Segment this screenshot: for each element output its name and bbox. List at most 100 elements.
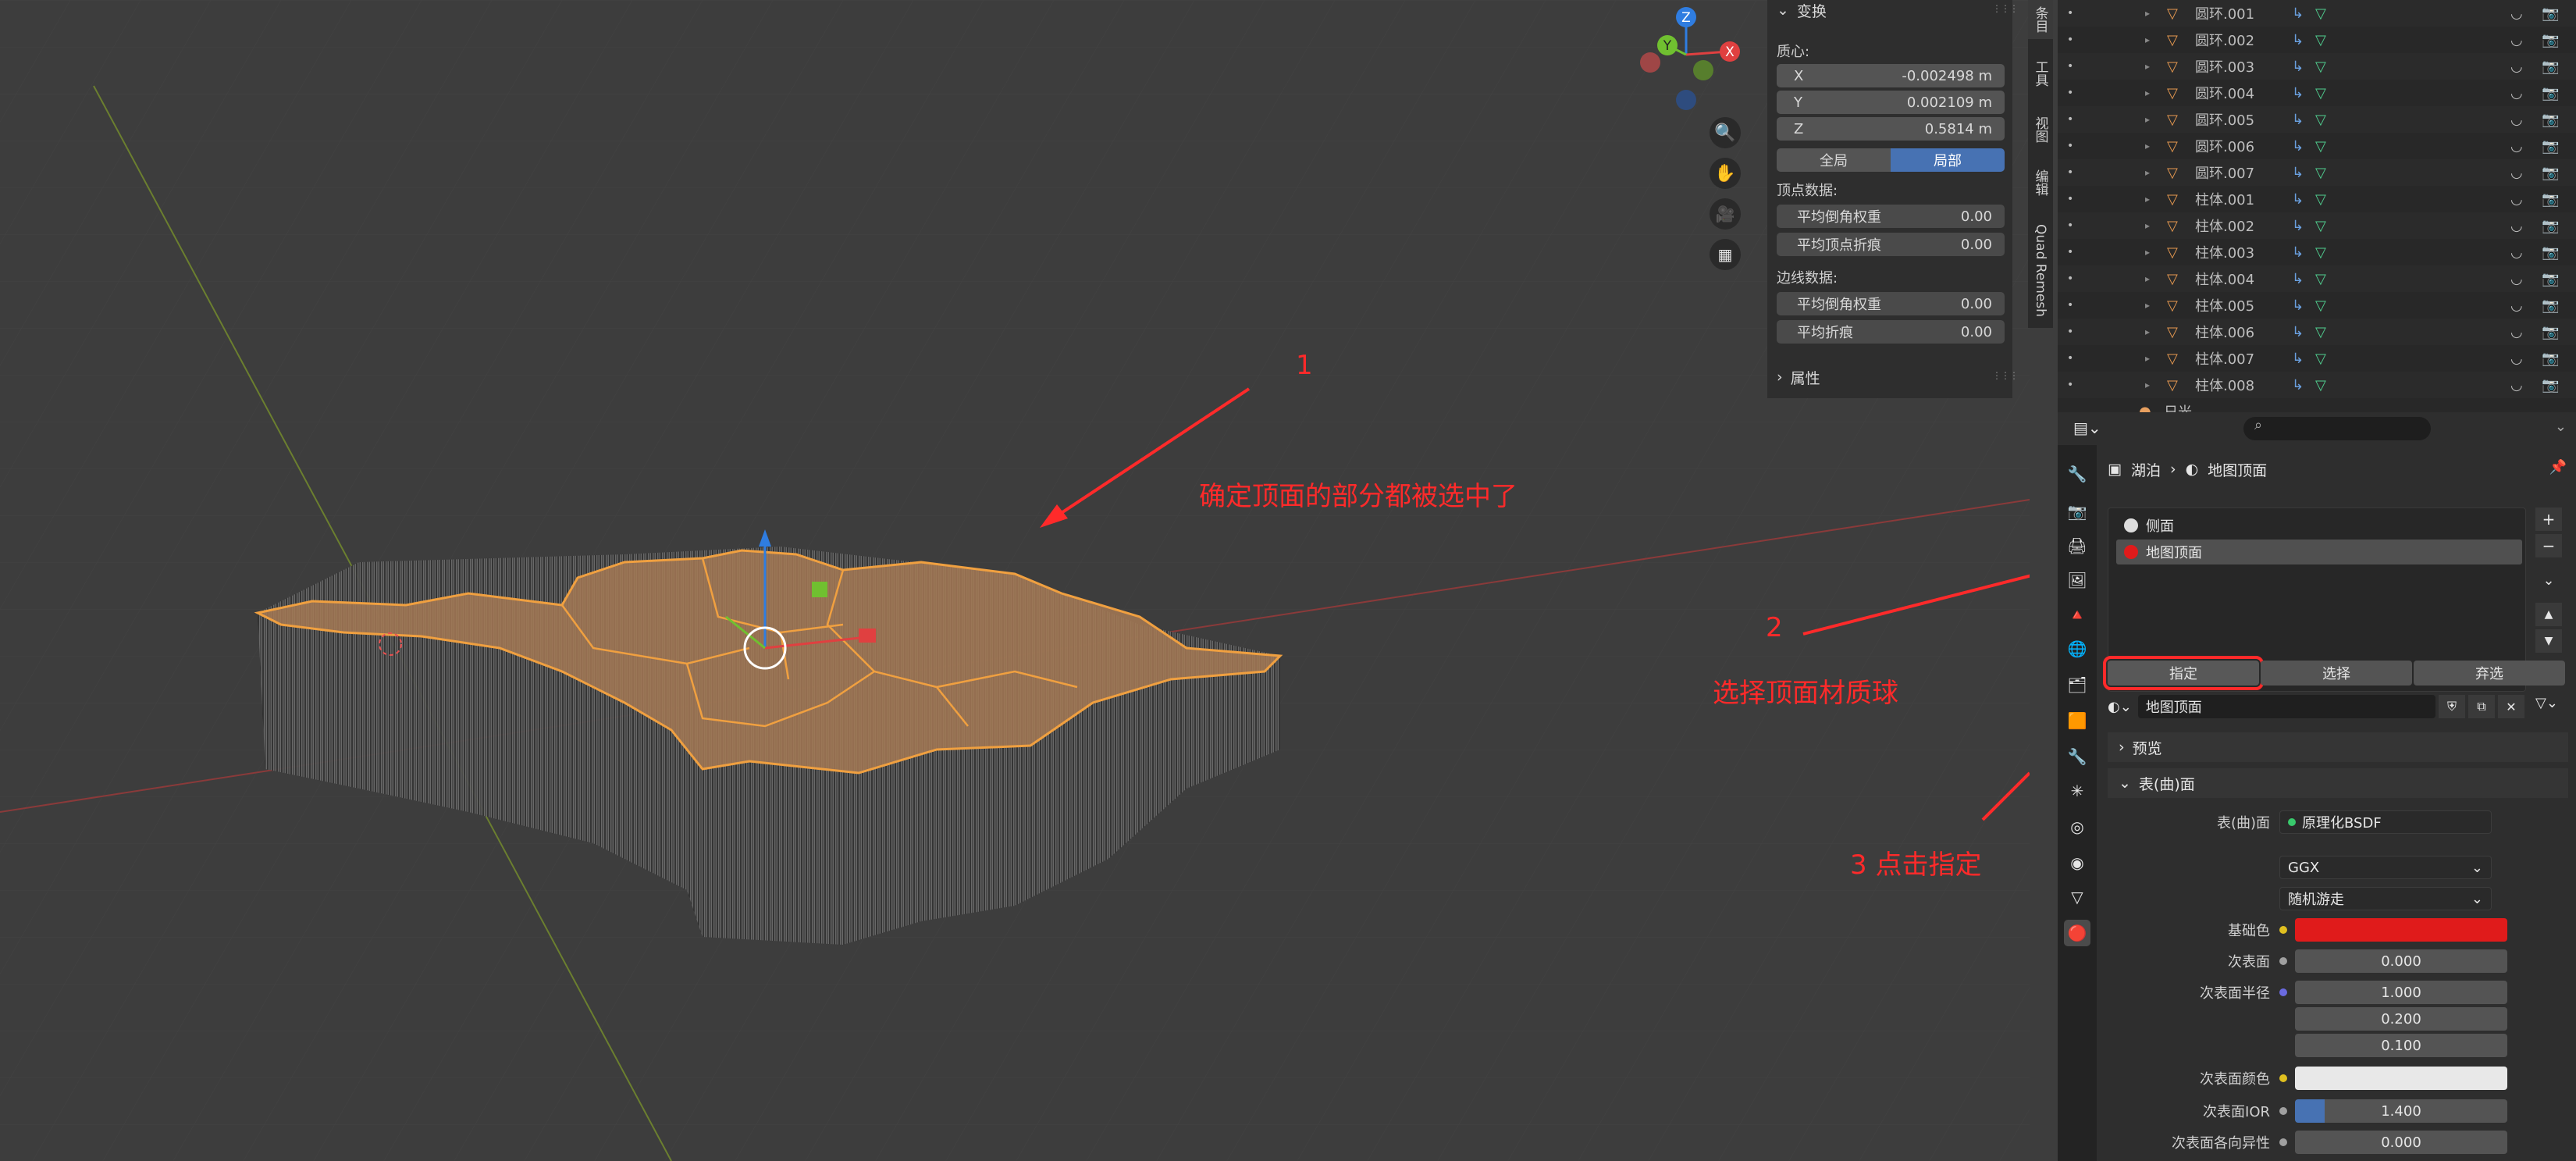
link-type-icon[interactable]: ▽⌄ bbox=[2535, 695, 2558, 711]
modifier-link-icon[interactable]: ↳ bbox=[2292, 324, 2304, 340]
mesh-data-icon[interactable]: ▽ bbox=[2315, 351, 2326, 367]
visibility-dot-icon[interactable]: • bbox=[2067, 87, 2073, 99]
mesh-data-icon[interactable]: ▽ bbox=[2315, 5, 2326, 22]
camera-render-icon[interactable]: 📷 bbox=[2542, 59, 2559, 75]
properties-header[interactable]: › 属性 bbox=[1777, 367, 1820, 387]
visibility-dot-icon[interactable]: • bbox=[2067, 113, 2073, 126]
camera-render-icon[interactable]: 📷 bbox=[2542, 324, 2559, 340]
outliner-item[interactable]: • ▸ ▽ 圆环.004 ↳ ▽ ◡ 📷 bbox=[2058, 80, 2576, 106]
visibility-dot-icon[interactable]: • bbox=[2067, 272, 2073, 285]
outliner-item[interactable]: • ▸ ▽ 柱体.001 ↳ ▽ ◡ 📷 bbox=[2058, 186, 2576, 212]
outliner-item[interactable]: • ▸ ▽ 柱体.003 ↳ ▽ ◡ 📷 bbox=[2058, 239, 2576, 265]
view-layer-icon[interactable]: 🖼 bbox=[2064, 567, 2090, 593]
expand-triangle-icon[interactable]: ▸ bbox=[2145, 194, 2150, 205]
base-color-swatch[interactable] bbox=[2295, 918, 2507, 942]
collection-properties-icon[interactable]: 🗂 bbox=[2064, 671, 2090, 698]
material-name-field[interactable]: 地图顶面 bbox=[2137, 695, 2435, 718]
modifier-link-icon[interactable]: ↳ bbox=[2292, 351, 2304, 367]
modifier-link-icon[interactable]: ↳ bbox=[2292, 191, 2304, 208]
tab-edit[interactable]: 编辑 bbox=[2028, 159, 2053, 206]
mesh-data-icon[interactable]: ▽ bbox=[2315, 165, 2326, 181]
mesh-data-icon[interactable]: ▽ bbox=[2315, 85, 2326, 101]
camera-render-icon[interactable]: 📷 bbox=[2542, 32, 2559, 48]
drag-grip-icon[interactable]: ⋮⋮⋮ bbox=[1992, 370, 2019, 381]
expand-triangle-icon[interactable]: ▸ bbox=[2145, 141, 2150, 151]
expand-triangle-icon[interactable]: ▸ bbox=[2145, 220, 2150, 231]
mesh-data-icon[interactable]: ▽ bbox=[2315, 271, 2326, 287]
modifier-link-icon[interactable]: ↳ bbox=[2292, 271, 2304, 287]
edge-crease-field[interactable]: 平均折痕 0.00 bbox=[1777, 320, 2005, 344]
tab-item[interactable]: 条目 bbox=[2028, 0, 2053, 39]
eye-icon[interactable]: ◡ bbox=[2510, 218, 2523, 234]
mesh-data-icon[interactable]: ▽ bbox=[2315, 244, 2326, 261]
mesh-data-icon[interactable]: ▽ bbox=[2315, 32, 2326, 48]
outliner-item[interactable]: • ▸ ▽ 柱体.008 ↳ ▽ ◡ 📷 bbox=[2058, 372, 2576, 398]
unlink-material-icon[interactable]: ✕ bbox=[2498, 695, 2524, 718]
subsurface-radius-2-field[interactable]: 0.200 bbox=[2295, 1007, 2507, 1031]
outliner-item[interactable]: • ▸ ▽ 柱体.005 ↳ ▽ ◡ 📷 bbox=[2058, 292, 2576, 319]
fake-user-shield-icon[interactable]: ⛨ bbox=[2439, 695, 2465, 718]
outliner-item[interactable]: • ▸ ▽ 圆环.001 ↳ ▽ ◡ 📷 bbox=[2058, 0, 2576, 27]
subsurface-color-swatch[interactable] bbox=[2295, 1067, 2507, 1090]
eye-icon[interactable]: ◡ bbox=[2510, 112, 2523, 128]
visibility-dot-icon[interactable]: • bbox=[2067, 34, 2073, 46]
outliner-item[interactable]: ● 日光 bbox=[2058, 398, 2576, 413]
material-datablock[interactable]: ◐⌄ 地图顶面 bbox=[2108, 693, 2435, 720]
expand-triangle-icon[interactable]: ▸ bbox=[2145, 326, 2150, 337]
particles-properties-icon[interactable]: ✳ bbox=[2064, 778, 2090, 804]
median-z-field[interactable]: Z 0.5814 m bbox=[1777, 117, 2005, 141]
pin-icon[interactable]: 📌 bbox=[2549, 459, 2567, 475]
edge-bevel-weight-field[interactable]: 平均倒角权重 0.00 bbox=[1777, 292, 2005, 315]
modifier-properties-icon[interactable]: 🔧 bbox=[2064, 743, 2090, 770]
visibility-dot-icon[interactable]: • bbox=[2067, 60, 2073, 73]
move-up-icon[interactable]: ▲ bbox=[2535, 603, 2562, 626]
add-slot-icon[interactable]: + bbox=[2535, 507, 2562, 531]
global-button[interactable]: 全局 bbox=[1777, 148, 1891, 172]
world-properties-icon[interactable]: 🌐 bbox=[2064, 636, 2090, 662]
search-input[interactable]: ⌕ bbox=[2243, 417, 2431, 440]
tool-properties-icon[interactable]: 🔧 bbox=[2064, 461, 2090, 487]
camera-render-icon[interactable]: 📷 bbox=[2542, 377, 2559, 394]
outliner[interactable]: • ▸ ▽ 圆环.001 ↳ ▽ ◡ 📷 • ▸ ▽ 圆环.002 ↳ ▽ ◡ 📷 • ▸ ▽ 圆环.003 ↳ ▽ ◡ 📷 •… bbox=[2058, 0, 2576, 412]
mesh-data-icon[interactable]: ▽ bbox=[2315, 218, 2326, 234]
eye-icon[interactable]: ◡ bbox=[2510, 85, 2523, 101]
material-slot-top[interactable]: 地图顶面 bbox=[2116, 540, 2522, 564]
eye-icon[interactable]: ◡ bbox=[2510, 165, 2523, 181]
constraints-properties-icon[interactable]: ◉ bbox=[2064, 849, 2090, 876]
camera-render-icon[interactable]: 📷 bbox=[2542, 244, 2559, 261]
outliner-item[interactable]: • ▸ ▽ 柱体.006 ↳ ▽ ◡ 📷 bbox=[2058, 319, 2576, 345]
visibility-dot-icon[interactable]: • bbox=[2067, 166, 2073, 179]
tab-view[interactable]: 视图 bbox=[2028, 106, 2053, 153]
modifier-link-icon[interactable]: ↳ bbox=[2292, 377, 2304, 394]
modifier-link-icon[interactable]: ↳ bbox=[2292, 244, 2304, 261]
camera-render-icon[interactable]: 📷 bbox=[2542, 165, 2559, 181]
modifier-link-icon[interactable]: ↳ bbox=[2292, 218, 2304, 234]
eye-icon[interactable]: ◡ bbox=[2510, 59, 2523, 75]
object-properties-icon[interactable]: 🟧 bbox=[2064, 707, 2090, 734]
eye-icon[interactable]: ◡ bbox=[2510, 5, 2523, 22]
camera-render-icon[interactable]: 📷 bbox=[2542, 271, 2559, 287]
eye-icon[interactable]: ◡ bbox=[2510, 244, 2523, 261]
expand-triangle-icon[interactable]: ▸ bbox=[2145, 87, 2150, 98]
vertex-bevel-weight-field[interactable]: 平均倒角权重 0.00 bbox=[1777, 205, 2005, 228]
expand-triangle-icon[interactable]: ▸ bbox=[2145, 114, 2150, 125]
distribution-dropdown[interactable]: GGX ⌄ bbox=[2279, 856, 2492, 879]
visibility-dot-icon[interactable]: • bbox=[2067, 7, 2073, 20]
modifier-link-icon[interactable]: ↳ bbox=[2292, 5, 2304, 22]
subsurface-anisotropy-field[interactable]: 0.000 bbox=[2295, 1131, 2507, 1154]
surface-shader-field[interactable]: 原理化BSDF bbox=[2279, 810, 2492, 834]
specials-menu-icon[interactable]: ⌄ bbox=[2535, 568, 2562, 592]
outliner-item[interactable]: • ▸ ▽ 柱体.007 ↳ ▽ ◡ 📷 bbox=[2058, 345, 2576, 372]
camera-render-icon[interactable]: 📷 bbox=[2542, 138, 2559, 155]
median-y-field[interactable]: Y 0.002109 m bbox=[1777, 91, 2005, 114]
visibility-dot-icon[interactable]: • bbox=[2067, 326, 2073, 338]
eye-icon[interactable]: ◡ bbox=[2510, 297, 2523, 314]
duplicate-material-icon[interactable]: ⧉ bbox=[2468, 695, 2495, 718]
expand-triangle-icon[interactable]: ▸ bbox=[2145, 379, 2150, 390]
expand-triangle-icon[interactable]: ▸ bbox=[2145, 300, 2150, 311]
tab-tool[interactable]: 工具 bbox=[2028, 50, 2053, 97]
mesh-data-icon[interactable]: ▽ bbox=[2315, 377, 2326, 394]
expand-triangle-icon[interactable]: ▸ bbox=[2145, 247, 2150, 258]
outliner-item[interactable]: • ▸ ▽ 圆环.002 ↳ ▽ ◡ 📷 bbox=[2058, 27, 2576, 53]
preview-section-header[interactable]: › 预览 bbox=[2108, 732, 2568, 762]
